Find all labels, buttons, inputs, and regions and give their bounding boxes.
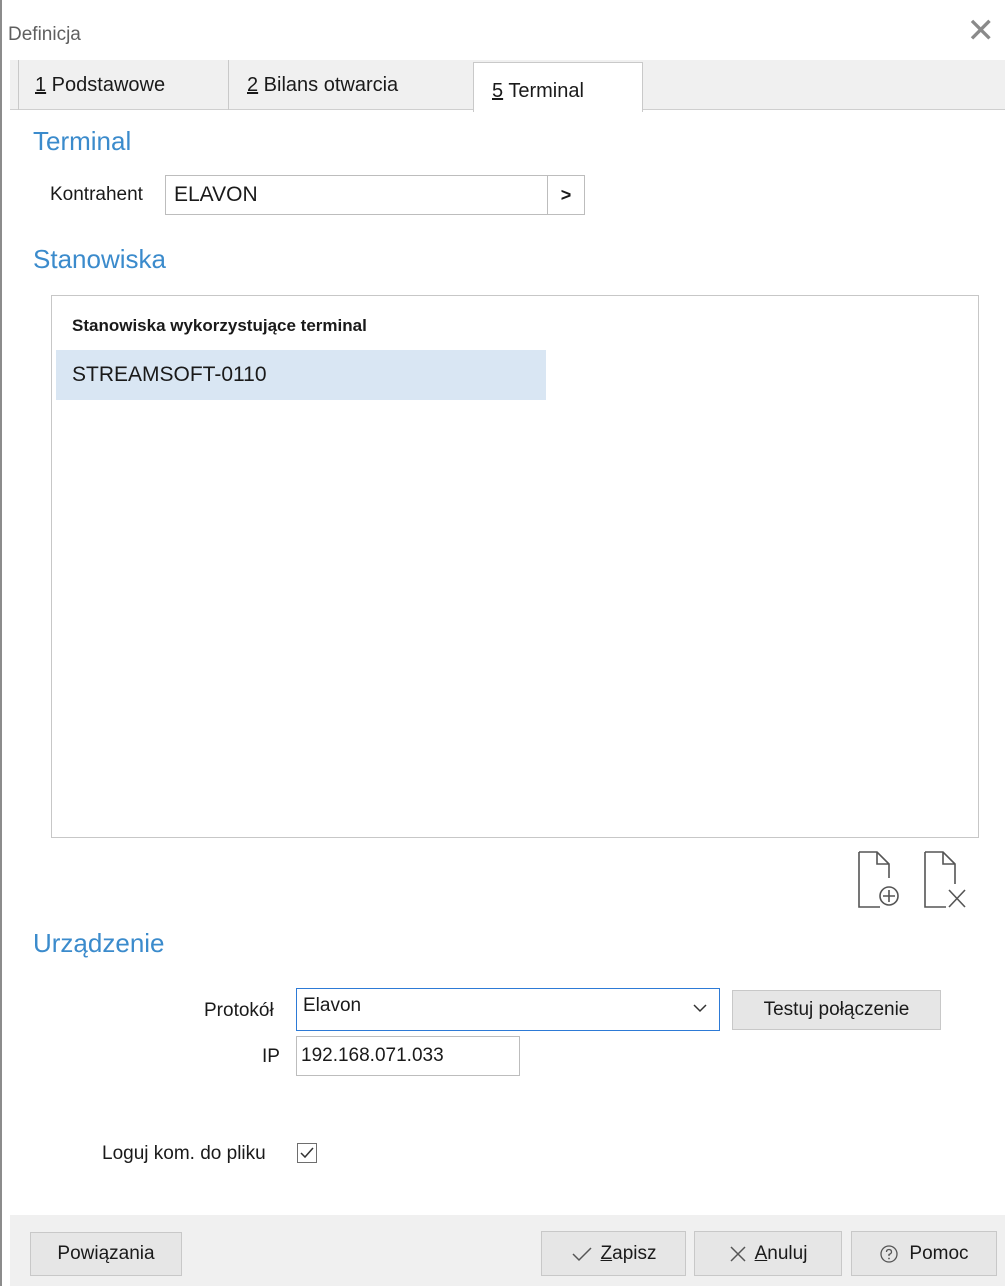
protokol-select[interactable]: Elavon [296, 988, 720, 1031]
check-icon [300, 1147, 314, 1159]
window-left-border [0, 0, 2, 1286]
help-label: Pomoc [909, 1242, 969, 1264]
cancel-label: nuluj [767, 1242, 808, 1264]
chevron-right-icon: > [560, 184, 572, 205]
chevron-down-icon [693, 1004, 707, 1013]
tab-terminal[interactable]: 5 Terminal [473, 62, 643, 112]
test-connection-label: Testuj połączenie [763, 999, 910, 1020]
stanowiska-list[interactable]: Stanowiska wykorzystujące terminal STREA… [51, 295, 979, 838]
tab-podstawowe-hotkey: 1 [35, 73, 47, 96]
test-connection-button[interactable]: Testuj połączenie [732, 990, 941, 1030]
protokol-label: Protokół [204, 1000, 274, 1021]
tab-bilans-label: Bilans otwarcia [258, 73, 399, 96]
kontrahent-field[interactable]: ELAVON [165, 175, 548, 215]
save-hotkey: Z [600, 1242, 613, 1264]
powiazania-label: Powiązania [57, 1243, 155, 1264]
kontrahent-label: Kontrahent [50, 184, 143, 205]
ip-field[interactable]: 192.168.071.033 [296, 1036, 520, 1076]
document-delete-icon[interactable] [922, 850, 966, 910]
list-item-label: STREAMSOFT-0110 [72, 363, 267, 386]
tab-terminal-label: Terminal [503, 80, 584, 102]
log-checkbox[interactable] [297, 1143, 317, 1163]
tab-podstawowe-label: Podstawowe [46, 73, 166, 96]
cancel-button[interactable]: Anuluj [694, 1231, 842, 1276]
section-title-stanowiska: Stanowiska [33, 244, 166, 274]
protokol-value: Elavon [303, 995, 362, 1016]
save-label: apisz [612, 1242, 657, 1264]
tab-bilans-hotkey: 2 [247, 73, 259, 96]
list-item[interactable]: STREAMSOFT-0110 [56, 350, 546, 400]
kontrahent-value: ELAVON [174, 183, 258, 206]
cancel-hotkey: A [754, 1242, 768, 1264]
section-title-terminal: Terminal [33, 126, 132, 156]
kontrahent-select-button[interactable]: > [547, 175, 585, 215]
tab-terminal-hotkey: 5 [492, 80, 504, 102]
tab-bilans-otwarcia[interactable]: 2 Bilans otwarcia [228, 60, 468, 110]
check-icon [571, 1246, 592, 1261]
window-title: Definicja [8, 24, 81, 45]
tab-podstawowe[interactable]: 1 Podstawowe [18, 60, 228, 110]
ip-label: IP [262, 1046, 280, 1067]
ip-value: 192.168.071.033 [301, 1045, 444, 1066]
powiazania-button[interactable]: Powiązania [30, 1232, 182, 1276]
section-title-urzadzenie: Urządzenie [33, 928, 165, 958]
log-label: Loguj kom. do pliku [102, 1143, 266, 1164]
save-button[interactable]: Zapisz [541, 1231, 686, 1276]
close-icon[interactable]: ✕ [967, 14, 996, 48]
list-column-header: Stanowiska wykorzystujące terminal [72, 316, 367, 335]
title-bar: Definicja ✕ [0, 0, 1005, 60]
help-button[interactable]: Pomoc [851, 1231, 997, 1276]
help-icon [880, 1244, 899, 1263]
document-add-icon[interactable] [856, 850, 900, 910]
close-icon [730, 1245, 746, 1262]
